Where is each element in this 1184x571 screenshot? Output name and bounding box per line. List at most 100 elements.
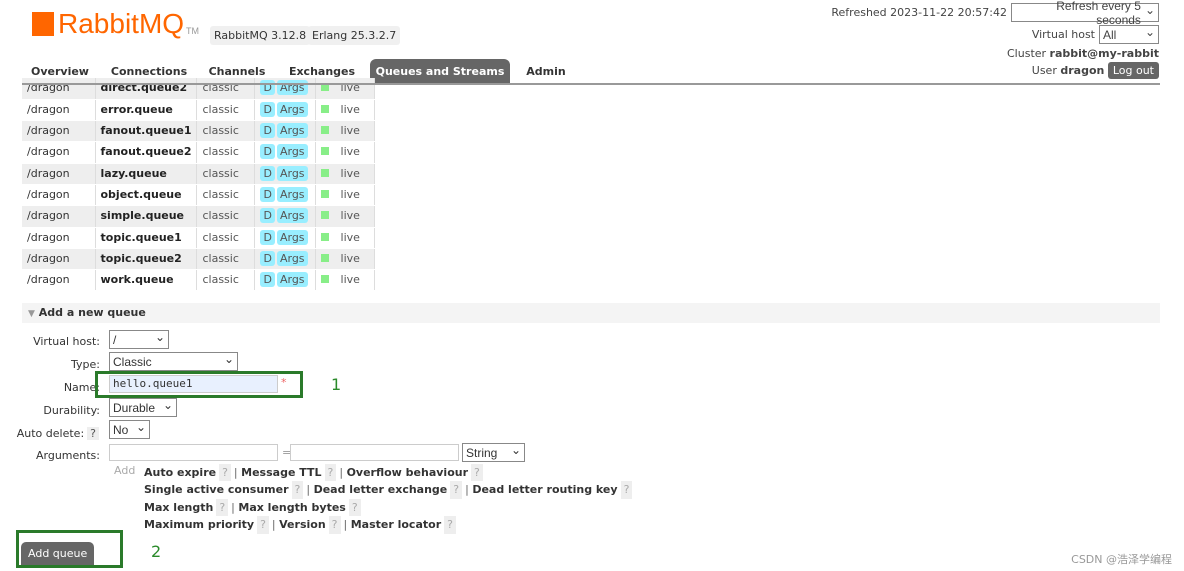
state-indicator-icon <box>320 104 329 113</box>
state-cell: live <box>315 78 375 100</box>
vhost-cell: /dragon <box>22 227 96 249</box>
collapse-triangle-icon: ▼ <box>28 309 35 319</box>
argument-shortcut-link[interactable]: Dead letter routing key <box>472 483 617 496</box>
argument-shortcut-link[interactable]: Message TTL <box>241 466 321 479</box>
version-badge: RabbitMQ 3.12.8 <box>210 26 311 45</box>
durable-badge: D <box>260 165 275 181</box>
argument-shortcut-link[interactable]: Version <box>279 518 326 531</box>
required-marker: * <box>281 376 287 389</box>
add-queue-section-header[interactable]: ▼ Add a new queue <box>22 303 1160 323</box>
vhost-cell: /dragon <box>22 248 96 271</box>
args-badge: Args <box>276 250 308 266</box>
queue-name-link[interactable]: error.queue <box>95 99 198 122</box>
queue-name-link[interactable]: direct.queue2 <box>95 78 198 100</box>
features-cell: D Args <box>254 78 316 100</box>
argument-shortcut-row: Auto expire? | Message TTL? | Overflow beh… <box>144 464 635 482</box>
argument-shortcut-link[interactable]: Master locator <box>351 518 441 531</box>
vhost-cell: /dragon <box>22 78 96 100</box>
args-badge: Args <box>276 186 308 202</box>
argument-shortcut-link[interactable]: Maximum priority <box>144 518 254 531</box>
state-text: live <box>340 209 360 223</box>
argument-type-select[interactable]: String <box>462 443 525 462</box>
durable-badge: D <box>260 250 275 266</box>
type-cell: classic <box>196 248 256 271</box>
help-icon[interactable]: ? <box>348 498 361 517</box>
queue-name-link[interactable]: simple.queue <box>95 205 198 228</box>
durability-select[interactable]: Durable <box>109 398 177 417</box>
name-input[interactable]: hello.queue1 <box>109 375 278 393</box>
logout-button[interactable]: Log out <box>1107 62 1159 79</box>
type-select[interactable]: Classic <box>109 352 238 371</box>
queue-name-link[interactable]: topic.queue1 <box>95 227 198 249</box>
vhost-cell: /dragon <box>22 205 96 228</box>
argument-shortcut-row: Maximum priority? | Version? | Master loca… <box>144 516 635 534</box>
erlang-badge: Erlang 25.3.2.7 <box>308 26 401 45</box>
argument-key-input[interactable] <box>109 444 278 461</box>
table-row: /dragon topic.queue1 classic D Args live <box>22 227 375 249</box>
help-icon[interactable]: ? <box>324 464 337 482</box>
tab-queues-and-streams[interactable]: Queues and Streams <box>370 59 510 83</box>
argument-shortcut-link[interactable]: Auto expire <box>144 466 216 479</box>
vhost-cell: /dragon <box>22 120 96 143</box>
vhost-select[interactable]: All <box>1099 25 1159 44</box>
table-row: /dragon object.queue classic D Args live <box>22 184 375 207</box>
durable-badge: D <box>260 229 275 245</box>
help-icon[interactable]: ? <box>620 481 633 499</box>
add-queue-button[interactable]: Add queue <box>21 542 95 565</box>
rabbit-logo-icon <box>32 12 54 36</box>
queue-name-link[interactable]: topic.queue2 <box>95 248 198 271</box>
argument-shortcut-link[interactable]: Dead letter exchange <box>314 483 448 496</box>
table-row: /dragon simple.queue classic D Args live <box>22 205 375 228</box>
separator: | <box>343 518 348 532</box>
section-title: Add a new queue <box>38 306 146 319</box>
queue-name-link[interactable]: work.queue <box>95 269 198 292</box>
durable-badge: D <box>260 272 275 288</box>
argument-shortcut-link[interactable]: Overflow behaviour <box>347 466 468 479</box>
argument-shortcut-link[interactable]: Max length <box>144 501 213 514</box>
state-indicator-icon <box>320 126 329 135</box>
argument-shortcut-link[interactable]: Max length bytes <box>238 501 345 514</box>
queue-name-link[interactable]: fanout.queue1 <box>95 120 198 143</box>
separator: | <box>231 500 235 514</box>
vhost-field-select[interactable]: / <box>109 330 169 349</box>
autodelete-select[interactable]: No <box>109 420 150 439</box>
features-cell: D Args <box>254 120 316 143</box>
vhost-cell: /dragon <box>22 163 96 185</box>
args-badge: Args <box>276 144 308 160</box>
help-icon[interactable]: ? <box>328 516 341 534</box>
vhost-cell: /dragon <box>22 141 96 164</box>
argument-shortcut-link[interactable]: Single active consumer <box>144 483 289 496</box>
args-badge: Args <box>276 123 308 139</box>
type-cell: classic <box>196 163 256 185</box>
features-cell: D Args <box>254 205 316 228</box>
state-cell: live <box>315 248 375 271</box>
refresh-select[interactable]: Refresh every 5 seconds <box>1011 0 1159 27</box>
help-icon[interactable]: ? <box>257 516 269 534</box>
vhost-label: Virtual host <box>1031 28 1095 41</box>
autodelete-help-icon[interactable]: ? <box>87 427 99 440</box>
add-argument-link[interactable]: Add <box>114 464 135 477</box>
tab-admin[interactable]: Admin <box>510 59 582 83</box>
separator: | <box>339 466 344 479</box>
tabs-divider <box>22 83 1160 85</box>
help-icon[interactable]: ? <box>444 516 456 534</box>
argument-shortcut-row: Single active consumer? | Dead letter exc… <box>144 481 635 499</box>
help-icon[interactable]: ? <box>450 481 463 499</box>
queue-name-link[interactable]: fanout.queue2 <box>95 141 198 164</box>
rabbitmq-logo: RabbitMQ TM <box>32 8 199 40</box>
args-badge: Args <box>276 101 308 117</box>
help-icon[interactable]: ? <box>216 498 229 517</box>
state-text: live <box>340 166 360 180</box>
durable-badge: D <box>260 208 275 224</box>
argument-value-input[interactable] <box>290 444 459 461</box>
queue-name-link[interactable]: lazy.queue <box>95 163 198 185</box>
vhost-cell: /dragon <box>22 184 96 207</box>
features-cell: D Args <box>254 184 316 207</box>
help-icon[interactable]: ? <box>219 464 231 482</box>
help-icon[interactable]: ? <box>291 481 304 499</box>
state-cell: live <box>315 227 375 249</box>
state-cell: live <box>315 141 375 164</box>
help-icon[interactable]: ? <box>471 464 483 482</box>
name-label: Name: <box>63 381 100 394</box>
queue-name-link[interactable]: object.queue <box>95 184 198 207</box>
